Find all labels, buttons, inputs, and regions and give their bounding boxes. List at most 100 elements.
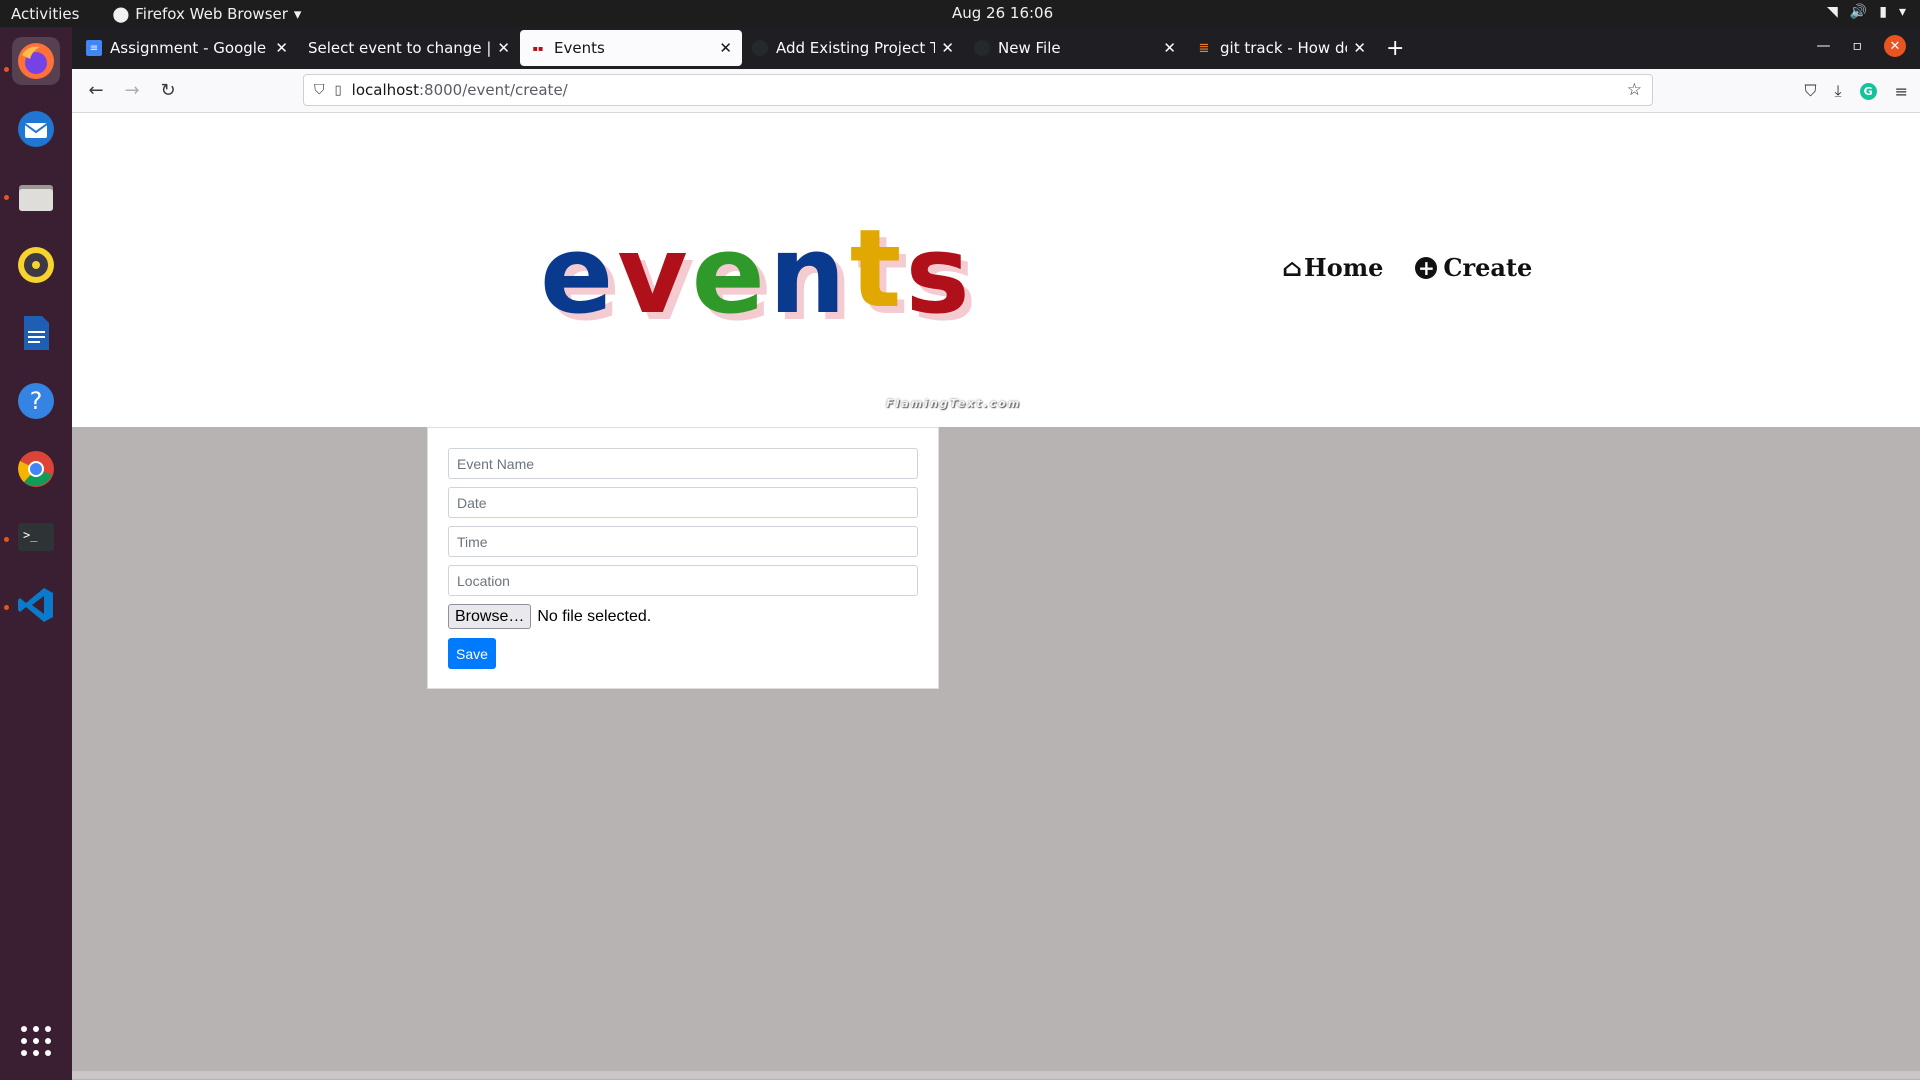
save-button[interactable]: Save xyxy=(448,638,496,669)
site-nav: ⌂ Home + Create xyxy=(1282,253,1532,282)
tab-django-admin[interactable]: Select event to change | Djan ✕ xyxy=(298,30,520,66)
tab-events[interactable]: ▪▪ Events ✕ xyxy=(520,30,742,66)
plus-circle-icon: + xyxy=(1415,256,1438,279)
volume-icon: 🔊 xyxy=(1849,4,1868,20)
url-text[interactable]: localhost:8000/event/create/ xyxy=(352,81,568,99)
grammarly-icon[interactable]: G xyxy=(1859,82,1877,100)
tab-label: Add Existing Project To G xyxy=(776,39,936,57)
app-menu-label: Firefox Web Browser xyxy=(135,4,288,23)
tab-label: New File xyxy=(998,39,1061,57)
page-content: e v e n t s FlamingText.com ⌂ Home + Cre… xyxy=(72,113,1920,1080)
system-top-bar: Activities ⬤ Firefox Web Browser ▾ Aug 2… xyxy=(0,0,1920,27)
running-indicator xyxy=(4,195,9,200)
close-icon[interactable]: ✕ xyxy=(719,39,732,57)
url-host: localhost xyxy=(351,81,419,99)
chevron-down-icon: ▾ xyxy=(1898,4,1906,20)
nav-create-link[interactable]: + Create xyxy=(1415,253,1532,282)
thunderbird-icon[interactable] xyxy=(12,105,60,153)
github-icon xyxy=(974,40,990,56)
create-event-form: Event Name Date Time Location Browse… No… xyxy=(427,427,939,689)
site-header: e v e n t s FlamingText.com ⌂ Home + Cre… xyxy=(72,113,1920,427)
firefox-small-icon: ⬤ xyxy=(112,4,130,23)
logo-letter: e xyxy=(691,213,769,338)
hamburger-menu-icon[interactable]: ≡ xyxy=(1895,82,1908,101)
logo-letter: s xyxy=(905,213,974,338)
tab-label: Events xyxy=(554,39,605,57)
restore-icon[interactable]: ▫ xyxy=(1853,38,1863,54)
tab-label: git track - How do I remo xyxy=(1220,39,1347,57)
system-tray[interactable]: ◥ 🔊 ▮ ▾ xyxy=(1827,4,1906,20)
terminal-icon[interactable]: >_ xyxy=(12,513,60,561)
github-icon xyxy=(752,40,768,56)
svg-text:>_: >_ xyxy=(23,528,38,542)
rhythmbox-icon[interactable] xyxy=(12,241,60,289)
show-apps-icon[interactable] xyxy=(12,1017,60,1065)
events-favicon: ▪▪ xyxy=(532,43,544,53)
close-icon[interactable]: ✕ xyxy=(497,39,510,57)
files-icon[interactable] xyxy=(12,173,60,221)
tab-label: Assignment - Google Doc xyxy=(110,39,269,57)
browse-button[interactable]: Browse… xyxy=(448,604,532,629)
writer-icon[interactable] xyxy=(12,309,60,357)
nav-toolbar: ← → ↻ ⛉ ▯ localhost:8000/event/create/ ☆… xyxy=(72,69,1920,113)
google-docs-icon: ≡ xyxy=(86,40,102,56)
close-icon[interactable]: ✕ xyxy=(941,39,954,57)
close-icon[interactable]: ✕ xyxy=(1163,39,1176,57)
logo-letter: e xyxy=(540,213,618,338)
nav-home-label: Home xyxy=(1304,253,1384,282)
file-status: No file selected. xyxy=(537,607,652,625)
downloads-icon[interactable]: ⤓ xyxy=(1835,81,1842,101)
chevron-down-icon: ▾ xyxy=(293,4,302,23)
clock[interactable]: Aug 26 16:06 xyxy=(952,4,1053,22)
horizontal-scrollbar[interactable] xyxy=(72,1071,1920,1079)
logo-credit: FlamingText.com xyxy=(886,397,1022,410)
close-icon[interactable]: ✕ xyxy=(275,39,288,57)
window-controls: — ▫ ✕ xyxy=(1817,35,1906,57)
running-indicator xyxy=(4,537,9,542)
app-menu[interactable]: ⬤ Firefox Web Browser ▾ xyxy=(112,5,301,23)
events-logo[interactable]: e v e n t s xyxy=(540,207,974,338)
firefox-icon[interactable] xyxy=(12,37,60,85)
vscode-icon[interactable] xyxy=(12,581,60,629)
location-input[interactable]: Location xyxy=(448,565,918,596)
dock: ? >_ xyxy=(0,27,72,1080)
tab-github-add-project[interactable]: Add Existing Project To G ✕ xyxy=(742,30,964,66)
chrome-icon[interactable] xyxy=(12,445,60,493)
running-indicator xyxy=(4,67,9,72)
tab-new-file[interactable]: New File ✕ xyxy=(964,30,1186,66)
logo-letter: t xyxy=(849,207,906,332)
svg-text:?: ? xyxy=(30,387,43,415)
nav-create-label: Create xyxy=(1443,253,1533,282)
address-bar[interactable]: ⛉ ▯ localhost:8000/event/create/ ☆ xyxy=(303,74,1653,106)
battery-icon: ▮ xyxy=(1879,4,1887,20)
window-close-button[interactable]: ✕ xyxy=(1884,35,1906,57)
page-info-icon[interactable]: ▯ xyxy=(335,83,342,98)
forward-button[interactable]: → xyxy=(114,80,150,101)
event-name-input[interactable]: Event Name xyxy=(448,448,918,479)
home-icon: ⌂ xyxy=(1282,253,1303,282)
activities-button[interactable]: Activities xyxy=(11,5,79,23)
back-button[interactable]: ← xyxy=(78,80,114,101)
url-path: :8000/event/create/ xyxy=(419,81,568,99)
nav-home-link[interactable]: ⌂ Home xyxy=(1282,253,1383,282)
wifi-icon: ◥ xyxy=(1827,4,1838,20)
logo-letter: v xyxy=(617,213,692,338)
date-input[interactable]: Date xyxy=(448,487,918,518)
minimize-icon[interactable]: — xyxy=(1817,38,1831,54)
file-input: Browse… No file selected. xyxy=(448,604,651,629)
pocket-icon[interactable]: ⛉ xyxy=(1805,81,1817,101)
help-icon[interactable]: ? xyxy=(12,377,60,425)
time-input[interactable]: Time xyxy=(448,526,918,557)
tracking-shield-icon[interactable]: ⛉ xyxy=(314,82,325,98)
tab-strip: ≡ Assignment - Google Doc ✕ Select event… xyxy=(72,27,1920,69)
tab-assignment[interactable]: ≡ Assignment - Google Doc ✕ xyxy=(76,30,298,66)
close-icon[interactable]: ✕ xyxy=(1353,39,1366,57)
tab-label: Select event to change | Djan xyxy=(308,39,492,57)
bookmark-star-icon[interactable]: ☆ xyxy=(1627,80,1642,100)
reload-button[interactable]: ↻ xyxy=(150,80,186,101)
toolbar-right: ⛉ ⤓ G ≡ xyxy=(1805,81,1909,101)
tab-stackoverflow[interactable]: ≣ git track - How do I remo ✕ xyxy=(1186,30,1376,66)
new-tab-button[interactable]: + xyxy=(1386,36,1404,61)
logo-letter: n xyxy=(768,213,850,338)
stackoverflow-icon: ≣ xyxy=(1198,40,1210,56)
